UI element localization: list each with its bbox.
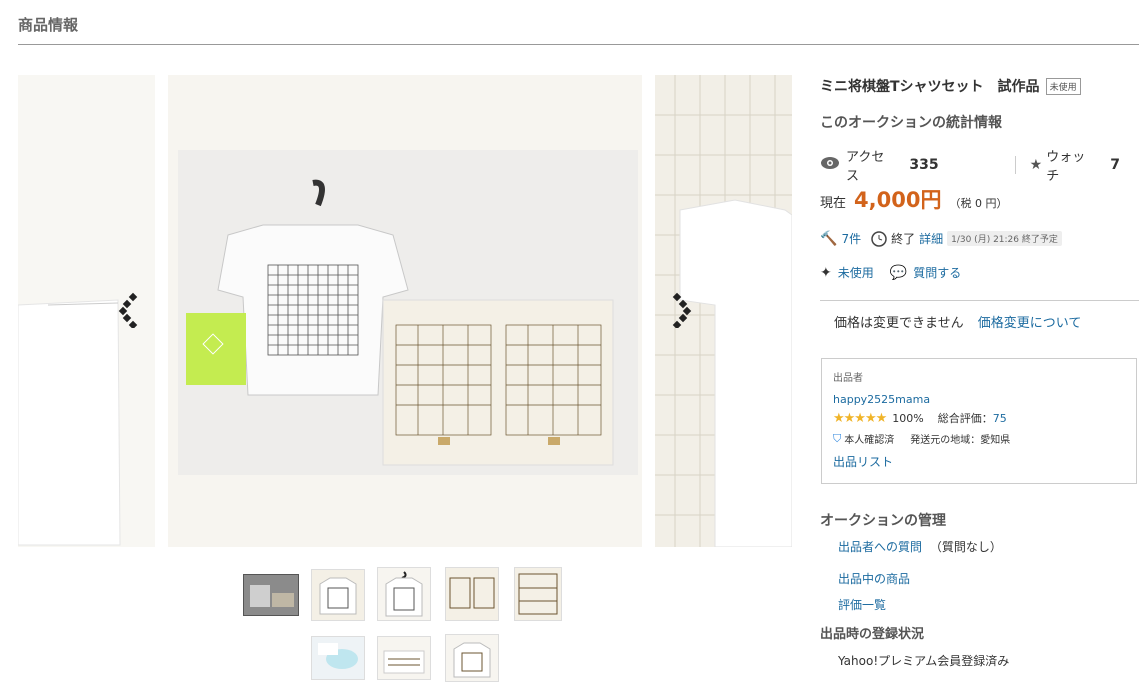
thumbnail-2[interactable]: [311, 569, 365, 621]
thumbnail-image: [378, 568, 430, 620]
price-change-notice: 価格は変更できません: [834, 316, 964, 331]
ship-from: 発送元の地域：愛知県: [910, 435, 1011, 446]
next-image-button[interactable]: [666, 292, 696, 328]
product-photo-illustration: [168, 75, 642, 547]
price-label: 現在: [820, 196, 847, 211]
chat-icon: 💬: [889, 264, 908, 281]
main-product-image[interactable]: [168, 75, 642, 547]
watch-count: 7: [1110, 157, 1120, 173]
clock-icon: [871, 230, 887, 247]
stats-row: アクセス 335 ★ ウォッチ 7: [820, 146, 1120, 184]
price-row: 現在 4,000円 （税 0 円）: [820, 184, 1007, 214]
condition-link[interactable]: 未使用: [838, 264, 874, 281]
rating-percent: 100%: [892, 411, 924, 425]
reviews-link[interactable]: 評価一覧: [838, 596, 886, 613]
thumbnail-7[interactable]: [377, 636, 431, 680]
total-label: 総合評価：: [937, 412, 993, 425]
total-score[interactable]: 75: [993, 412, 1007, 425]
thumbnail-image: [446, 568, 498, 620]
bid-count-link[interactable]: 7件: [841, 230, 861, 247]
access-count: 335: [909, 157, 939, 173]
product-title: ミニ将棋盤Tシャツセット 試作品: [820, 79, 1040, 95]
previous-image-button[interactable]: [116, 292, 146, 328]
stats-heading: このオークションの統計情報: [820, 115, 1002, 131]
stats-divider: [1014, 156, 1016, 174]
listing-link[interactable]: 出品中の商品: [838, 570, 910, 587]
seller-question-link[interactable]: 出品者への質問: [838, 540, 922, 554]
registration-heading: 出品時の登録状況: [820, 627, 925, 642]
chevron-left-icon: [118, 292, 138, 328]
shield-check-icon: ⛉: [833, 431, 842, 445]
management-heading: オークションの管理: [820, 513, 946, 529]
star-icon: ★: [1029, 157, 1043, 173]
sparkle-icon: ✦: [820, 264, 832, 281]
thumbnail-4[interactable]: [445, 567, 499, 621]
condition-badge: 未使用: [1045, 77, 1081, 95]
price-change-link[interactable]: 価格変更について: [978, 316, 1082, 331]
thumbnail-image: [244, 575, 298, 615]
registration-value: Yahoo!プレミアム会員登録済み: [838, 654, 1010, 668]
thumbnail-1[interactable]: [243, 574, 299, 616]
condition-question-row: ✦ 未使用 💬 質問する: [820, 264, 961, 281]
thumbnail-image: [515, 568, 561, 620]
price-amount: 4,000円: [854, 188, 942, 212]
price-change-row: 価格は変更できません 価格変更について: [834, 312, 1081, 331]
header-divider: [18, 44, 1139, 45]
section-title: 商品情報: [18, 16, 79, 34]
thumbnail-image: [312, 570, 364, 620]
bid-meta-row: 🔨 7件 終了 詳細 1/30 (月) 21:26 終了予定: [820, 230, 1062, 247]
watch-label: ウォッチ: [1046, 150, 1086, 184]
thumbnail-3[interactable]: [377, 567, 431, 621]
thumbnail-image: [312, 637, 364, 679]
access-label: アクセス: [846, 150, 885, 184]
thumbnail-5[interactable]: [514, 567, 562, 621]
price-tax: （税 0 円）: [949, 197, 1008, 210]
question-link[interactable]: 質問する: [913, 264, 961, 281]
seller-listings-link[interactable]: 出品リスト: [833, 453, 893, 470]
seller-verify-row: ⛉ 本人確認済 発送元の地域：愛知県: [833, 431, 1011, 447]
product-title-row: ミニ将棋盤Tシャツセット 試作品 未使用: [820, 76, 1081, 96]
end-label: 終了: [891, 232, 916, 246]
eye-icon: [820, 156, 840, 174]
thumbnail-6[interactable]: [311, 636, 365, 680]
verified-label: 本人確認済: [844, 435, 895, 446]
seller-label: 出品者: [833, 373, 863, 384]
rating-stars-icon: ★★★★★: [833, 410, 887, 426]
thumbnail-image: [378, 637, 430, 679]
chevron-right-icon: [672, 292, 692, 328]
thumbnail-8[interactable]: [445, 634, 499, 682]
detail-link[interactable]: 詳細: [919, 230, 943, 247]
end-time: 1/30 (月) 21:26 終了予定: [947, 231, 1062, 246]
management-question-row: 出品者への質問 （質問なし）: [838, 538, 1002, 555]
seller-box: 出品者 happy2525mama ★★★★★ 100% 総合評価： 75 ⛉ …: [821, 358, 1137, 484]
seller-rating-row: ★★★★★ 100% 総合評価： 75: [833, 410, 1007, 426]
question-note: （質問なし）: [929, 540, 1002, 554]
seller-name[interactable]: happy2525mama: [833, 393, 930, 406]
price-change-divider: [820, 300, 1139, 301]
gavel-icon: 🔨: [820, 230, 838, 247]
thumbnail-image: [446, 635, 498, 681]
